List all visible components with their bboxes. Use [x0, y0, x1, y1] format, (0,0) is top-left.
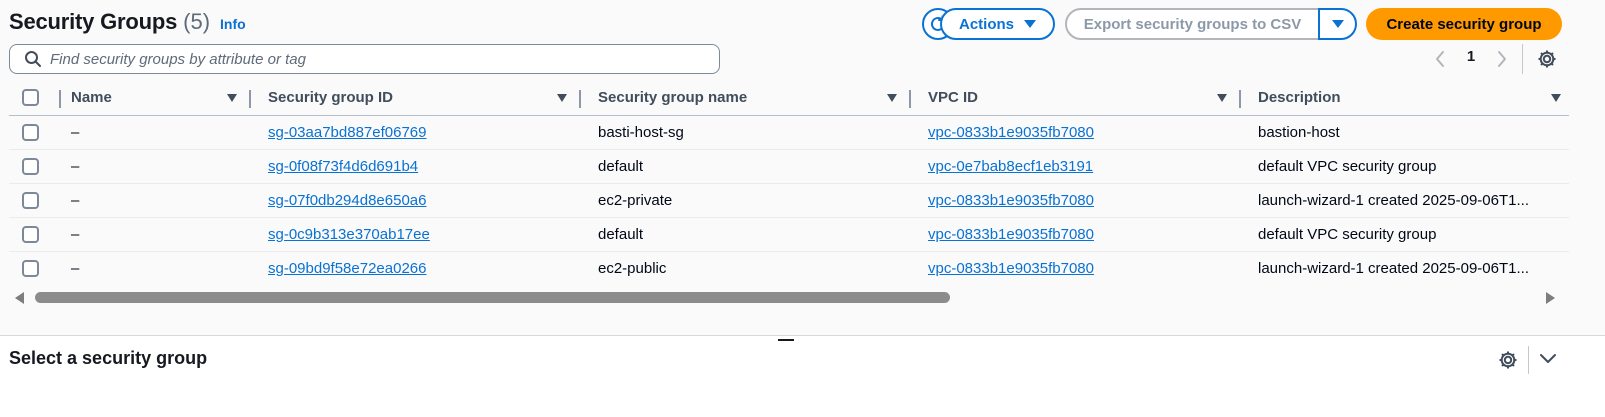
settings-gear-icon[interactable] — [1536, 48, 1558, 70]
cell-description: bastion-host — [1241, 115, 1569, 150]
chevron-down-icon[interactable] — [1539, 352, 1557, 366]
next-page-icon[interactable] — [1496, 50, 1508, 68]
details-divider — [1528, 346, 1529, 374]
details-panel-title: Select a security group — [9, 348, 208, 368]
scroll-left-icon[interactable] — [15, 292, 24, 304]
sort-caret-icon[interactable] — [1217, 93, 1227, 102]
vpc-id-link[interactable]: vpc-0833b1e9035fb7080 — [928, 192, 1094, 209]
pager-divider — [1522, 44, 1523, 74]
cell-group-name: ec2-private — [581, 183, 911, 218]
table-row[interactable]: – sg-09bd9f58e72ea0266 ec2-public vpc-08… — [9, 251, 1569, 285]
vpc-id-link[interactable]: vpc-0833b1e9035fb7080 — [928, 226, 1094, 243]
sort-caret-icon[interactable] — [887, 93, 897, 102]
column-header-vpc-id[interactable]: VPC ID — [911, 81, 1241, 116]
cell-description: default VPC security group — [1241, 149, 1569, 184]
vpc-id-link[interactable]: vpc-0833b1e9035fb7080 — [928, 260, 1094, 277]
caret-down-icon — [1331, 20, 1344, 28]
info-link[interactable]: Info — [220, 16, 246, 32]
sort-caret-icon[interactable] — [227, 93, 237, 102]
settings-gear-icon[interactable] — [1497, 349, 1519, 371]
security-groups-table: Name Security group ID Security group na… — [9, 81, 1569, 285]
cell-name: – — [61, 183, 251, 218]
group-count: (5) — [183, 9, 211, 34]
column-header-security-group-name[interactable]: Security group name — [581, 81, 911, 116]
table-row[interactable]: – sg-0c9b313e370ab17ee default vpc-0833b… — [9, 217, 1569, 252]
create-security-group-label: Create security group — [1386, 15, 1542, 33]
panel-resize-handle[interactable] — [778, 339, 794, 341]
column-label: Security group name — [598, 89, 748, 107]
actions-label: Actions — [958, 15, 1014, 33]
security-group-id-link[interactable]: sg-09bd9f58e72ea0266 — [268, 260, 426, 277]
cell-group-name: basti-host-sg — [581, 115, 911, 150]
row-checkbox[interactable] — [22, 123, 39, 141]
page-header: Security Groups (5) Info — [9, 9, 246, 37]
security-group-id-link[interactable]: sg-03aa7bd887ef06769 — [268, 124, 426, 141]
scrollbar-thumb[interactable] — [35, 292, 950, 303]
table-header-row: Name Security group ID Security group na… — [9, 81, 1569, 116]
cell-name: – — [61, 149, 251, 184]
cell-description: launch-wizard-1 created 2025-09-06T1... — [1258, 259, 1529, 277]
column-label: VPC ID — [928, 89, 979, 107]
security-group-id-link[interactable]: sg-0f08f73f4d6d691b4 — [268, 158, 418, 175]
cell-group-name: default — [581, 217, 911, 252]
row-checkbox[interactable] — [22, 225, 39, 243]
cell-group-name: default — [581, 149, 911, 184]
table-row[interactable]: – sg-07f0db294d8e650a6 ec2-private vpc-0… — [9, 183, 1569, 218]
sort-caret-icon[interactable] — [557, 93, 567, 102]
security-group-id-link[interactable]: sg-07f0db294d8e650a6 — [268, 192, 426, 209]
table-row[interactable]: – sg-03aa7bd887ef06769 basti-host-sg vpc… — [9, 115, 1569, 150]
search-input[interactable] — [50, 50, 690, 68]
export-csv-label: Export security groups to CSV — [1083, 15, 1302, 33]
security-group-id-link[interactable]: sg-0c9b313e370ab17ee — [268, 226, 430, 243]
cell-name: – — [71, 259, 80, 277]
horizontal-scrollbar[interactable] — [9, 289, 1569, 305]
export-csv-button[interactable]: Export security groups to CSV — [1065, 8, 1320, 40]
row-checkbox[interactable] — [22, 191, 39, 209]
table-row[interactable]: – sg-0f08f73f4d6d691b4 default vpc-0e7ba… — [9, 149, 1569, 184]
column-header-name[interactable]: Name — [61, 81, 251, 116]
column-header-security-group-id[interactable]: Security group ID — [251, 81, 581, 116]
security-groups-panel: Security Groups (5) Info Actions Export … — [0, 0, 1605, 336]
page-number[interactable]: 1 — [1464, 48, 1478, 65]
create-security-group-button[interactable]: Create security group — [1366, 8, 1562, 40]
vpc-id-link[interactable]: vpc-0e7bab8ecf1eb3191 — [928, 158, 1093, 175]
row-checkbox[interactable] — [22, 259, 39, 277]
previous-page-icon[interactable] — [1434, 50, 1446, 68]
cell-name: – — [61, 217, 251, 252]
actions-button[interactable]: Actions — [940, 8, 1055, 40]
column-label: Description — [1258, 89, 1341, 107]
caret-down-icon — [1024, 20, 1036, 28]
select-all-cell — [9, 81, 61, 116]
scroll-right-icon[interactable] — [1546, 292, 1555, 304]
cell-description: launch-wizard-1 created 2025-09-06T1... — [1241, 183, 1569, 218]
cell-group-name: ec2-public — [598, 259, 667, 277]
cell-name: – — [61, 115, 251, 150]
column-header-description[interactable]: Description — [1241, 81, 1569, 116]
row-checkbox[interactable] — [22, 157, 39, 175]
select-all-checkbox[interactable] — [22, 89, 39, 107]
search-bar[interactable] — [9, 44, 720, 74]
page-title: Security Groups — [9, 9, 178, 34]
sort-caret-icon[interactable] — [1551, 93, 1561, 102]
column-label: Name — [71, 89, 112, 107]
column-label: Security group ID — [268, 89, 394, 107]
cell-description: default VPC security group — [1241, 217, 1569, 252]
vpc-id-link[interactable]: vpc-0833b1e9035fb7080 — [928, 124, 1094, 141]
search-icon — [25, 51, 41, 67]
export-dropdown-button[interactable] — [1318, 8, 1357, 40]
